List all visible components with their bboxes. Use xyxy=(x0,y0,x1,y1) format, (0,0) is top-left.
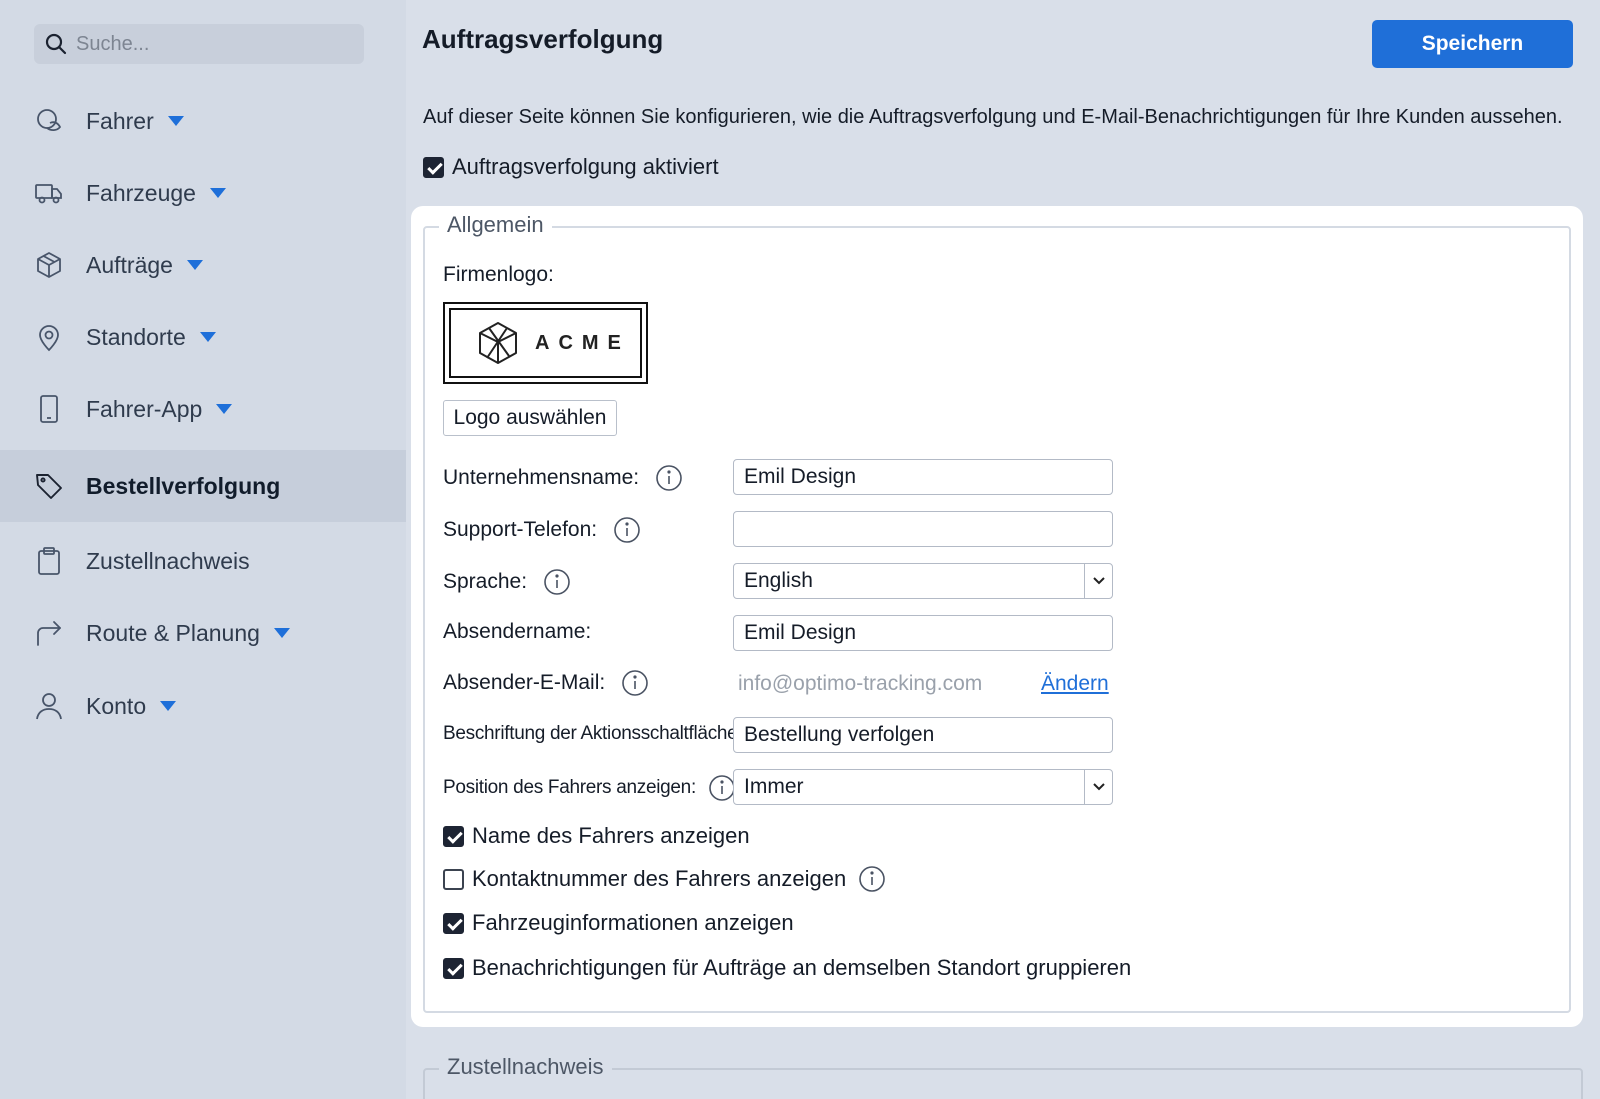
sidebar-item-fahrer-app[interactable]: Fahrer-App xyxy=(0,373,406,445)
acme-logo-icon xyxy=(475,320,521,366)
choose-logo-button[interactable]: Logo auswählen xyxy=(443,400,617,436)
group-notifications-row: Benachrichtigungen für Aufträge an demse… xyxy=(443,955,1131,981)
general-fieldset: Allgemein Firmenlogo: ACME Logo auswähle… xyxy=(423,212,1571,1013)
chevron-down-icon xyxy=(186,260,203,270)
tracking-enabled-row: Auftragsverfolgung aktiviert xyxy=(423,154,719,180)
intro-text: Auf dieser Seite können Sie konfiguriere… xyxy=(423,106,1563,128)
support-phone-label: Support-Telefon: xyxy=(443,518,598,541)
main-content: Auftragsverfolgung Speichern Auf dieser … xyxy=(406,0,1600,1099)
page-title: Auftragsverfolgung xyxy=(422,24,664,54)
sidebar-item-label: Konto xyxy=(86,692,147,719)
search-input[interactable] xyxy=(76,32,346,56)
general-card: Allgemein Firmenlogo: ACME Logo auswähle… xyxy=(411,206,1583,1027)
language-label: Sprache: xyxy=(443,570,528,593)
sidebar-item-fahrzeuge[interactable]: Fahrzeuge xyxy=(0,157,406,229)
logo-label: Firmenlogo: xyxy=(443,263,554,286)
action-button-input[interactable] xyxy=(733,717,1113,753)
sender-name-input[interactable] xyxy=(733,615,1113,651)
chevron-down-icon xyxy=(216,404,233,414)
chevron-down-icon xyxy=(209,188,226,198)
show-driver-phone-label: Kontaktnummer des Fahrers anzeigen xyxy=(472,866,847,891)
save-button[interactable]: Speichern xyxy=(1372,20,1573,68)
sidebar-item-label: Aufträge xyxy=(86,251,173,278)
info-icon[interactable] xyxy=(858,865,886,893)
show-driver-phone-checkbox[interactable] xyxy=(443,868,464,890)
company-name-label: Unternehmensname: xyxy=(443,466,640,489)
sender-email-label: Absender-E-Mail: xyxy=(443,671,606,694)
driver-position-select[interactable]: Immer xyxy=(733,769,1113,805)
company-name-label-row: Unternehmensname: xyxy=(443,464,683,492)
chevron-down-icon xyxy=(199,332,216,342)
search-box[interactable] xyxy=(34,24,364,64)
driver-position-label-row: Position des Fahrers anzeigen: xyxy=(443,774,736,802)
show-driver-name-checkbox[interactable] xyxy=(443,825,464,847)
clipboard-icon xyxy=(34,546,64,576)
sidebar-item-route-planung[interactable]: Route & Planung xyxy=(0,597,406,669)
user-icon xyxy=(34,691,64,721)
sidebar-item-label: Route & Planung xyxy=(86,619,260,646)
truck-icon xyxy=(34,178,64,208)
sidebar-item-auftraege[interactable]: Aufträge xyxy=(0,229,406,301)
sidebar-item-fahrer[interactable]: Fahrer xyxy=(0,85,406,157)
sidebar-item-label: Bestellverfolgung xyxy=(86,472,281,499)
sidebar: Fahrer Fahrzeuge Aufträge Standorte Fahr… xyxy=(0,0,406,1099)
language-select-value: English xyxy=(744,569,813,592)
group-notifications-checkbox[interactable] xyxy=(443,957,464,979)
driver-position-select-value: Immer xyxy=(744,775,804,798)
sidebar-item-label: Fahrer-App xyxy=(86,395,203,422)
group-notifications-label: Benachrichtigungen für Aufträge an demse… xyxy=(472,955,1132,980)
chevron-down-icon[interactable] xyxy=(1084,564,1112,598)
company-logo: ACME xyxy=(443,302,648,384)
change-email-link[interactable]: Ändern xyxy=(1041,672,1109,696)
general-legend: Allgemein xyxy=(439,212,552,238)
show-driver-name-row: Name des Fahrers anzeigen xyxy=(443,823,750,849)
chevron-down-icon[interactable] xyxy=(1084,770,1112,804)
search-icon xyxy=(44,32,68,56)
show-vehicle-info-checkbox[interactable] xyxy=(443,912,464,934)
sidebar-item-label: Zustellnachweis xyxy=(86,547,250,574)
show-vehicle-info-label: Fahrzeuginformationen anzeigen xyxy=(472,910,794,935)
info-icon[interactable] xyxy=(613,516,641,544)
company-name-input[interactable] xyxy=(733,459,1113,495)
info-icon[interactable] xyxy=(708,774,736,802)
show-driver-name-label: Name des Fahrers anzeigen xyxy=(472,823,750,848)
info-icon[interactable] xyxy=(655,464,683,492)
chevron-down-icon xyxy=(160,701,177,711)
tag-icon xyxy=(34,471,64,501)
support-phone-label-row: Support-Telefon: xyxy=(443,516,641,544)
support-phone-input[interactable] xyxy=(733,511,1113,547)
sidebar-item-label: Fahrer xyxy=(86,107,154,134)
info-icon[interactable] xyxy=(621,669,649,697)
driver-position-label: Position des Fahrers anzeigen: xyxy=(443,777,696,798)
info-icon[interactable] xyxy=(543,568,571,596)
sidebar-item-bestellverfolgung[interactable]: Bestellverfolgung xyxy=(0,450,406,522)
route-arrow-icon xyxy=(34,618,64,648)
action-button-label: Beschriftung der Aktionsschaltfläche: xyxy=(443,723,743,744)
sidebar-item-konto[interactable]: Konto xyxy=(0,670,406,742)
location-pin-icon xyxy=(34,322,64,352)
phone-icon xyxy=(34,394,64,424)
chevron-down-icon xyxy=(167,116,184,126)
sender-email-label-row: Absender-E-Mail: xyxy=(443,669,649,697)
tracking-enabled-label: Auftragsverfolgung aktiviert xyxy=(452,154,719,179)
sidebar-item-standorte[interactable]: Standorte xyxy=(0,301,406,373)
sender-name-label: Absendername: xyxy=(443,620,592,643)
tracking-enabled-checkbox[interactable] xyxy=(423,156,444,178)
chevron-down-icon xyxy=(273,628,290,638)
sender-email-value: info@optimo-tracking.com xyxy=(738,672,983,695)
logo-text: ACME xyxy=(535,331,630,354)
language-select[interactable]: English xyxy=(733,563,1113,599)
show-vehicle-info-row: Fahrzeuginformationen anzeigen xyxy=(443,910,794,936)
show-driver-phone-row: Kontaktnummer des Fahrers anzeigen xyxy=(443,865,886,893)
fahrer-icon xyxy=(34,106,64,136)
language-label-row: Sprache: xyxy=(443,568,571,596)
sidebar-item-zustellnachweis[interactable]: Zustellnachweis xyxy=(0,525,406,597)
package-icon xyxy=(34,250,64,280)
sidebar-item-label: Standorte xyxy=(86,323,186,350)
proof-fieldset: Zustellnachweis xyxy=(423,1054,1583,1099)
proof-legend: Zustellnachweis xyxy=(439,1054,612,1080)
sidebar-item-label: Fahrzeuge xyxy=(86,179,196,206)
